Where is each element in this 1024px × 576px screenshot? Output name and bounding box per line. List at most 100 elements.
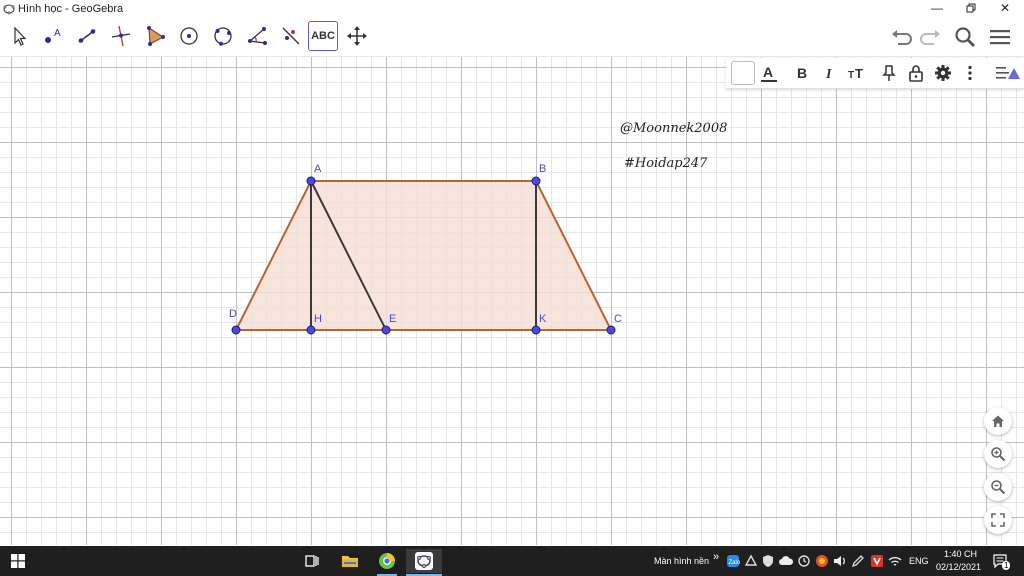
undo-button[interactable] bbox=[887, 22, 917, 52]
angle-tool[interactable] bbox=[242, 21, 272, 51]
bold-button[interactable]: B bbox=[790, 61, 814, 85]
task-view-icon bbox=[305, 555, 319, 567]
shield-icon bbox=[763, 555, 773, 567]
line-tool[interactable] bbox=[72, 21, 102, 51]
clock-date[interactable]: 02/12/2021 bbox=[936, 562, 981, 572]
tray-drive-icon[interactable] bbox=[743, 549, 759, 573]
zoom-out-icon bbox=[991, 480, 1006, 495]
point-label-c: C bbox=[614, 313, 622, 325]
polygon-tool[interactable] bbox=[140, 21, 170, 51]
lock-icon bbox=[909, 65, 923, 82]
restore-button[interactable] bbox=[954, 0, 988, 16]
geogebra-app-icon bbox=[3, 4, 15, 15]
reflect-tool[interactable] bbox=[276, 21, 306, 51]
more-options-button[interactable] bbox=[958, 61, 982, 85]
credit-text[interactable]: @Moonnek2008 bbox=[620, 121, 727, 136]
text-color-button[interactable]: A bbox=[757, 61, 781, 85]
svg-text:I: I bbox=[825, 67, 832, 82]
graphics-style-menu-button[interactable] bbox=[994, 61, 1022, 85]
tray-v-icon[interactable] bbox=[869, 549, 885, 573]
close-button[interactable]: ✕ bbox=[988, 0, 1022, 16]
move-tool[interactable] bbox=[4, 21, 34, 51]
italic-button[interactable]: I bbox=[817, 61, 841, 85]
svg-text:T: T bbox=[855, 66, 863, 81]
toolbar-overflow-chevron[interactable]: » bbox=[713, 551, 719, 563]
gear-icon bbox=[935, 65, 951, 81]
lock-button[interactable] bbox=[904, 61, 928, 85]
point-icon: A bbox=[45, 28, 61, 43]
move-graphics-view-tool[interactable] bbox=[342, 21, 372, 51]
svg-text:B: B bbox=[797, 65, 807, 81]
windows-logo-icon bbox=[11, 554, 25, 568]
point-label-e: E bbox=[389, 313, 397, 325]
windows-taskbar: Màn hình nền » Zalo ENG 1:40 CH 02/12/20… bbox=[0, 546, 1024, 576]
text-size-icon: TT bbox=[848, 66, 863, 81]
svg-text:A: A bbox=[763, 64, 773, 80]
reflect-icon bbox=[282, 27, 300, 45]
style-bar-toggle-icon bbox=[996, 67, 1020, 79]
v-app-icon bbox=[871, 555, 883, 567]
circle-three-points-tool[interactable] bbox=[208, 21, 238, 51]
redo-button[interactable] bbox=[915, 22, 945, 52]
window-title: Hình học - GeoGebra bbox=[18, 3, 124, 15]
circle-three-points-icon bbox=[214, 27, 232, 46]
redo-icon bbox=[920, 30, 940, 45]
cloud-icon bbox=[779, 556, 794, 565]
sync-icon bbox=[798, 555, 810, 567]
fullscreen-button[interactable] bbox=[984, 506, 1012, 534]
settings-button[interactable] bbox=[931, 61, 955, 85]
svg-text:T: T bbox=[848, 70, 854, 81]
point-label-a: A bbox=[314, 163, 322, 175]
text-size-button[interactable]: TT bbox=[844, 61, 868, 85]
hamburger-menu-icon bbox=[990, 30, 1010, 45]
drive-icon bbox=[744, 554, 758, 566]
point-label-h: H bbox=[314, 313, 322, 325]
chat-app-icon: Zalo bbox=[727, 555, 740, 567]
browser-button[interactable] bbox=[375, 549, 399, 576]
italic-icon: I bbox=[825, 67, 832, 82]
tray-zalo-icon[interactable]: Zalo bbox=[725, 549, 741, 573]
standard-view-button[interactable] bbox=[984, 407, 1012, 435]
style-bar: A B I TT bbox=[726, 58, 1024, 89]
file-explorer-button[interactable] bbox=[338, 549, 362, 573]
task-view-button[interactable] bbox=[300, 549, 324, 573]
text-tool[interactable]: ABC bbox=[308, 21, 338, 51]
zoom-in-button[interactable] bbox=[984, 440, 1012, 468]
hashtag-text[interactable]: #Hoidap247 bbox=[624, 156, 707, 171]
tray-browser-icon[interactable] bbox=[814, 549, 830, 573]
start-button[interactable] bbox=[6, 549, 30, 573]
fullscreen-icon bbox=[991, 513, 1005, 527]
tray-cloud-icon[interactable] bbox=[778, 549, 794, 573]
circle-center-icon bbox=[180, 27, 198, 45]
geogebra-taskbar-button[interactable] bbox=[406, 549, 442, 576]
desktop-toolbar-label[interactable]: Màn hình nền bbox=[654, 556, 709, 566]
volume-icon bbox=[834, 556, 845, 566]
pin-icon bbox=[882, 65, 896, 81]
search-button[interactable] bbox=[950, 22, 980, 52]
minimize-button[interactable]: — bbox=[920, 0, 954, 16]
cursor-arrow-icon bbox=[14, 26, 27, 46]
zoom-in-icon bbox=[991, 447, 1006, 462]
point-tool[interactable]: A bbox=[38, 21, 68, 51]
perpendicular-line-tool[interactable] bbox=[106, 21, 136, 51]
tray-wifi-icon[interactable] bbox=[887, 549, 903, 573]
title-bar: Hình học - GeoGebra — ✕ bbox=[0, 0, 1024, 18]
point-label-d: D bbox=[229, 308, 237, 320]
main-toolbar: A ABC bbox=[0, 18, 1024, 57]
background-color-button[interactable] bbox=[731, 61, 755, 85]
graphics-view[interactable] bbox=[0, 57, 1024, 545]
language-indicator[interactable]: ENG bbox=[909, 556, 929, 566]
tray-shield-icon[interactable] bbox=[760, 549, 776, 573]
pin-button[interactable] bbox=[877, 61, 901, 85]
main-menu-button[interactable] bbox=[985, 22, 1015, 52]
tray-sync-icon[interactable] bbox=[796, 549, 812, 573]
text-color-icon: A bbox=[761, 64, 777, 82]
tray-pen-icon[interactable] bbox=[850, 549, 866, 573]
zoom-out-button[interactable] bbox=[984, 473, 1012, 501]
browser-tray-icon bbox=[816, 555, 828, 567]
undo-icon bbox=[892, 30, 912, 45]
circle-center-tool[interactable] bbox=[174, 21, 204, 51]
clock-time[interactable]: 1:40 CH bbox=[944, 549, 977, 559]
geogebra-icon bbox=[415, 552, 433, 570]
tray-volume-icon[interactable] bbox=[832, 549, 848, 573]
